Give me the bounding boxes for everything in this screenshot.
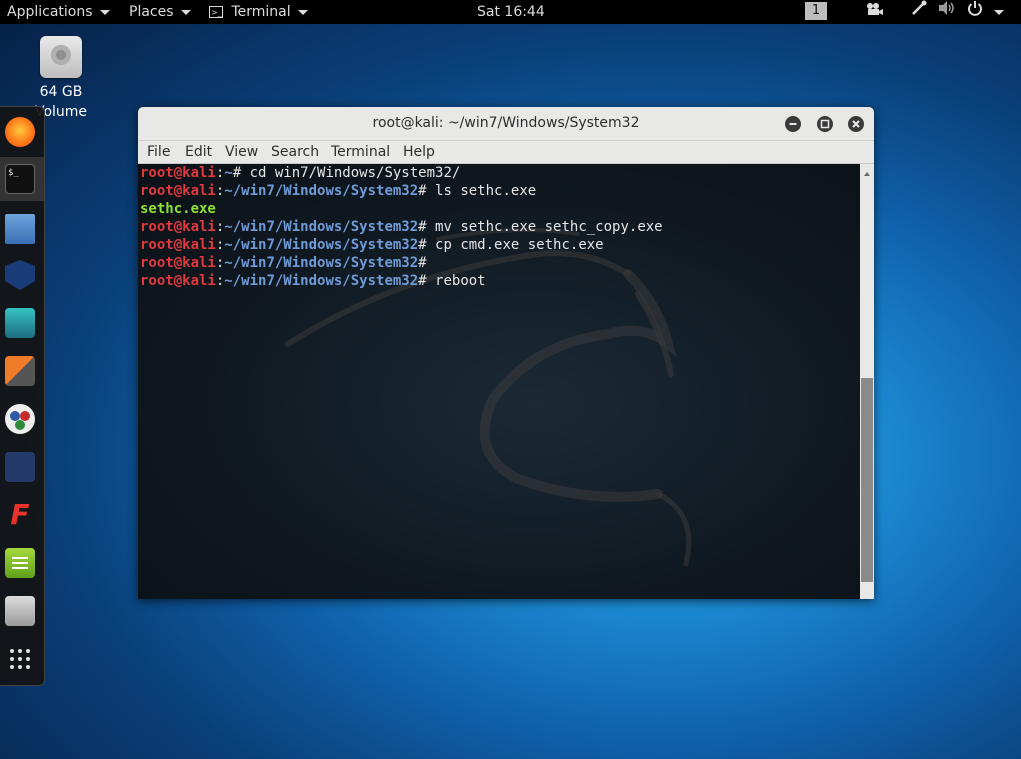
terminal-line: root@kali:~/win7/Windows/System32#: [140, 254, 427, 272]
terminal-icon: >_: [209, 6, 223, 18]
places-label: Places: [129, 4, 174, 20]
volume-size-label: 64 GB: [39, 84, 83, 100]
command-text: # reboot: [418, 273, 486, 289]
window-title: root@kali: ~/win7/Windows/System32: [372, 115, 640, 131]
faraday-icon[interactable]: F: [5, 500, 35, 530]
terminal-icon[interactable]: $_: [5, 164, 35, 194]
maltego-icon[interactable]: [5, 404, 35, 434]
command-text: # cd win7/Windows/System32/: [232, 165, 461, 181]
burpsuite-icon[interactable]: [5, 356, 35, 386]
workspace-indicator[interactable]: 1: [805, 2, 827, 20]
terminal-line: root@kali:~# cd win7/Windows/System32/: [140, 164, 460, 182]
prompt-path: ~/win7/Windows/System32: [224, 219, 419, 235]
prompt-user: root@kali: [140, 273, 216, 289]
prompt-user: root@kali: [140, 255, 216, 271]
menu-bar: File Edit View Search Terminal Help: [138, 141, 874, 164]
prompt-path: ~/win7/Windows/System32: [224, 183, 419, 199]
files-icon[interactable]: [5, 214, 35, 244]
firefox-icon[interactable]: [5, 117, 35, 147]
prompt-user: root@kali: [140, 183, 216, 199]
prompt-user: root@kali: [140, 219, 216, 235]
scrollbar-thumb[interactable]: [861, 378, 873, 582]
close-button[interactable]: [848, 116, 864, 132]
menu-search[interactable]: Search: [271, 141, 319, 163]
menu-view[interactable]: View: [225, 141, 258, 163]
terminal-line: root@kali:~/win7/Windows/System32# cp cm…: [140, 236, 604, 254]
terminal-app-menu[interactable]: >_ Terminal: [209, 0, 308, 24]
scrollbar[interactable]: [860, 164, 874, 599]
chevron-down-icon: [297, 9, 308, 15]
show-apps-icon[interactable]: [5, 644, 35, 674]
dock: $_ F: [0, 106, 45, 686]
command-text: # mv sethc.exe sethc_copy.exe: [418, 219, 663, 235]
menu-help[interactable]: Help: [403, 141, 435, 163]
command-text: #: [418, 255, 427, 271]
prompt-path: ~/win7/Windows/System32: [224, 255, 419, 271]
terminal-window: root@kali: ~/win7/Windows/System32 File …: [138, 107, 874, 599]
color-picker-icon[interactable]: [911, 0, 927, 24]
prompt-path: ~: [224, 165, 233, 181]
chevron-down-icon: [99, 9, 110, 15]
leafpad-icon[interactable]: [5, 548, 35, 578]
command-text: # cp cmd.exe sethc.exe: [418, 237, 604, 253]
terminal-line: root@kali:~/win7/Windows/System32# reboo…: [140, 272, 486, 290]
prompt-path: ~/win7/Windows/System32: [224, 273, 419, 289]
armitage-icon[interactable]: [5, 308, 35, 338]
terminal-output[interactable]: root@kali:~# cd win7/Windows/System32/ r…: [138, 164, 860, 599]
metasploit-icon[interactable]: [5, 260, 35, 290]
menu-terminal[interactable]: Terminal: [331, 141, 390, 163]
menu-edit[interactable]: Edit: [185, 141, 212, 163]
title-bar[interactable]: root@kali: ~/win7/Windows/System32: [138, 107, 874, 141]
prompt-user: root@kali: [140, 165, 216, 181]
prompt-user: root@kali: [140, 237, 216, 253]
places-menu[interactable]: Places: [129, 0, 191, 24]
applications-menu[interactable]: Applications: [7, 0, 110, 24]
chevron-down-icon: [994, 9, 1005, 15]
cherrytree-icon[interactable]: [5, 596, 35, 626]
hard-drive-icon: [40, 36, 82, 78]
scroll-up-arrow-icon[interactable]: [860, 169, 874, 179]
minimize-button[interactable]: [785, 116, 801, 132]
power-icon[interactable]: [967, 0, 1005, 24]
volume-icon[interactable]: [938, 0, 956, 24]
chevron-down-icon: [180, 9, 191, 15]
video-camera-icon[interactable]: [866, 0, 884, 24]
terminal-label: Terminal: [231, 4, 291, 20]
prompt-path: ~/win7/Windows/System32: [224, 237, 419, 253]
maximize-button[interactable]: [817, 116, 833, 132]
menu-file[interactable]: File: [147, 141, 170, 163]
clock[interactable]: Sat 16:44: [477, 0, 545, 24]
beef-icon[interactable]: [5, 452, 35, 482]
applications-label: Applications: [7, 4, 93, 20]
top-panel: Applications Places >_ Terminal Sat 16:4…: [0, 0, 1021, 24]
command-output: sethc.exe: [140, 201, 216, 217]
command-text: # ls sethc.exe: [418, 183, 537, 199]
terminal-line: root@kali:~/win7/Windows/System32# mv se…: [140, 218, 663, 236]
terminal-line: root@kali:~/win7/Windows/System32# ls se…: [140, 182, 536, 200]
